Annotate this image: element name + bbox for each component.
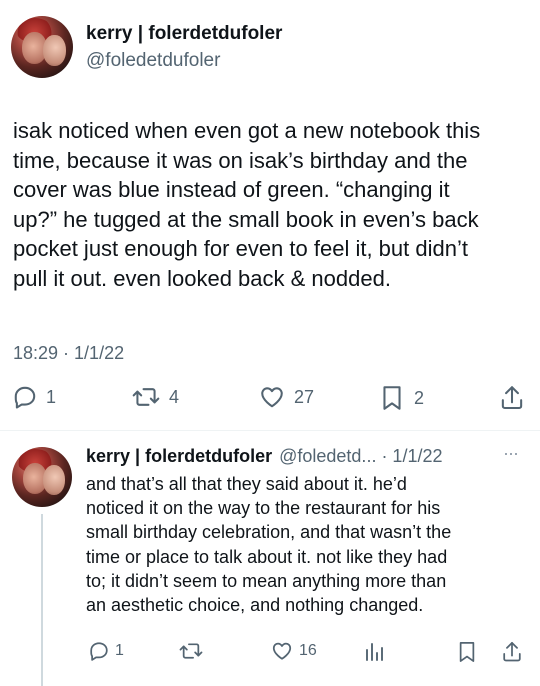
tweet-timestamp[interactable]: 18:29 · 1/1/22 — [13, 343, 124, 364]
bookmark-count: 2 — [414, 387, 425, 408]
share-icon — [501, 386, 523, 410]
tweet-text-line: isak noticed when even got a new noteboo… — [13, 118, 481, 143]
reply-display-name[interactable]: kerry | folerdetdufoler — [86, 446, 272, 466]
reply-action-bar: 1 16 — [0, 640, 540, 668]
reply-like-button[interactable]: 16 — [270, 640, 317, 662]
like-count: 27 — [294, 386, 315, 407]
action-bar: 1 4 27 2 — [0, 384, 540, 416]
reply-share-button[interactable] — [501, 640, 523, 664]
tweet-text-line: cover was blue instead of green. “changi… — [13, 177, 450, 202]
bookmark-button[interactable]: 2 — [380, 384, 424, 412]
tweet-text-line: pocket just enough for even to feel it, … — [13, 236, 468, 261]
bookmark-icon — [459, 642, 475, 662]
heart-icon — [261, 387, 283, 408]
bookmark-icon — [383, 386, 401, 410]
reply-views-button[interactable] — [364, 640, 386, 662]
display-name[interactable]: kerry | folerdetdufoler — [86, 23, 282, 45]
reply-text-line: and that’s all that they said about it. … — [86, 474, 407, 494]
tweet-text-line: up?” he tugged at the small book in even… — [13, 206, 479, 232]
more-icon[interactable]: ··· — [503, 443, 519, 464]
tweet-text-line: pull it out. even looked back & nodded. — [13, 265, 391, 291]
reply-retweet-button[interactable] — [178, 640, 204, 662]
reply-icon — [90, 642, 108, 661]
retweet-count: 4 — [169, 386, 180, 407]
heart-icon — [272, 642, 292, 660]
reply-reply-button[interactable]: 1 — [88, 640, 124, 662]
reply-text-line: to; it didn’t seem to mean anything more… — [86, 570, 447, 591]
tweet-text: isak noticed when even got a new noteboo… — [13, 116, 533, 293]
user-handle[interactable]: @foledetdufoler — [86, 50, 220, 72]
reply-count: 1 — [46, 386, 57, 407]
reply-avatar[interactable] — [12, 447, 72, 507]
reply-text-line: an aesthetic choice, and nothing changed… — [86, 595, 424, 616]
retweet-button[interactable]: 4 — [131, 384, 179, 410]
reply-like-count: 16 — [299, 642, 317, 659]
reply-header: kerry | folerdetdufoler @foledetd... · 1… — [86, 446, 531, 467]
like-button[interactable]: 27 — [258, 384, 314, 410]
divider — [0, 430, 540, 431]
retweet-icon — [132, 388, 160, 406]
share-button[interactable] — [499, 384, 525, 412]
reply-handle-date[interactable]: @foledetd... · 1/1/22 — [279, 446, 442, 466]
retweet-icon — [179, 643, 203, 659]
reply-icon — [14, 386, 36, 409]
reply-text-line: small birthday celebration, and that was… — [86, 522, 452, 543]
avatar[interactable] — [11, 16, 73, 78]
share-icon — [503, 641, 521, 662]
tweet-text-line: time, because it was on isak’s birthday … — [13, 147, 468, 173]
reply-text-line: noticed it on the way to the restaurant … — [86, 498, 441, 519]
reply-bookmark-button[interactable] — [457, 640, 477, 664]
analytics-icon — [366, 643, 383, 661]
reply-button[interactable]: 1 — [12, 384, 56, 410]
reply-text-line: time or place to talk about it. not like… — [86, 546, 448, 567]
reply-reply-count: 1 — [115, 642, 124, 659]
reply-text: and that’s all that they said about it. … — [86, 472, 531, 617]
